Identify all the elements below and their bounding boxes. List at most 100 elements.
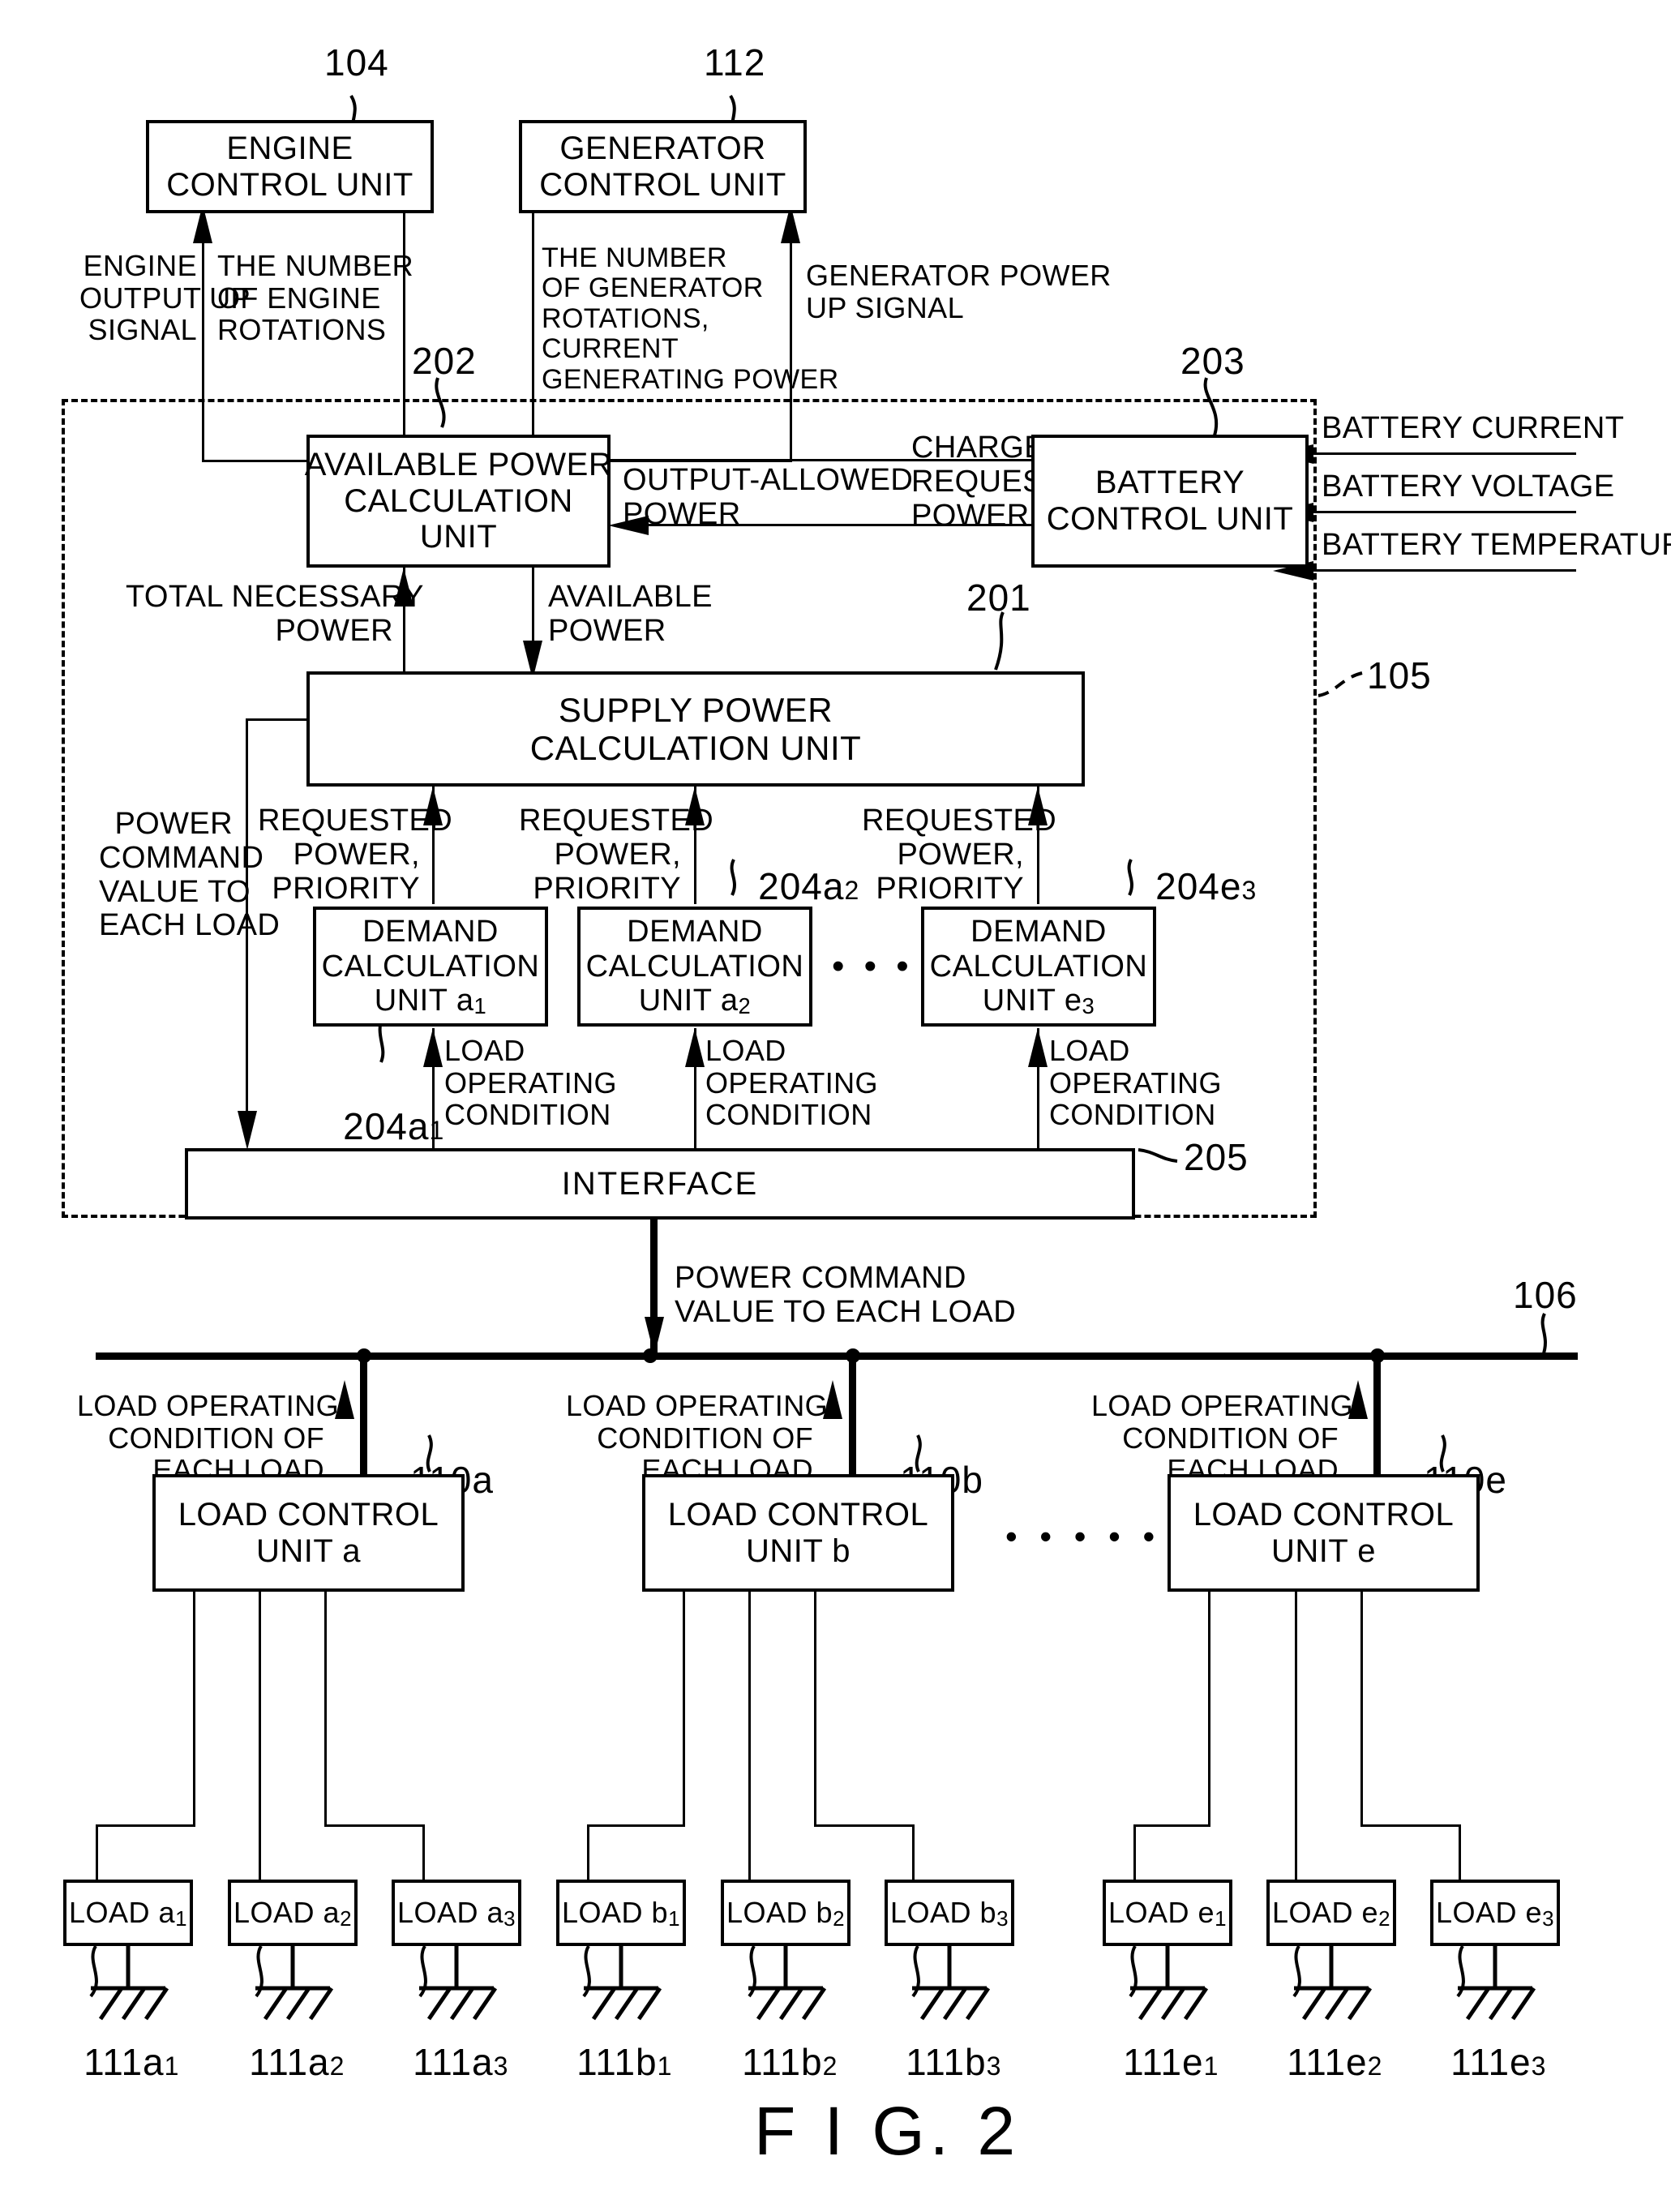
supply-power-line2: CALCULATION UNIT: [529, 729, 862, 767]
load-b1-label: LOAD b1: [562, 1895, 680, 1931]
load-e2-label: LOAD e2: [1272, 1895, 1390, 1931]
ref-111b1: 111b1: [576, 2041, 673, 2083]
generator-control-unit-line1: GENERATOR: [559, 130, 766, 166]
wire-b3-v-top: [814, 1592, 816, 1827]
generator-control-unit-box[interactable]: GENERATOR CONTROL UNIT: [519, 120, 807, 213]
ref-204a2-sub: 2: [844, 876, 860, 905]
ref-111e2: 111e2: [1287, 2041, 1383, 2083]
load-b2-label: LOAD b2: [726, 1895, 845, 1931]
bus-drop-e: [1373, 1352, 1381, 1474]
load-control-e-line2: UNIT e: [1271, 1533, 1376, 1569]
wire-a3-h: [324, 1824, 425, 1827]
wire-e1-v-top: [1208, 1592, 1210, 1827]
line-power-command-h: [246, 718, 307, 721]
interface-to-bus-line: [650, 1220, 658, 1357]
load-a3-box[interactable]: LOAD a3: [392, 1880, 521, 1946]
ref-204e3-base: 204e: [1155, 865, 1242, 907]
demand-calculation-unit-e3-box[interactable]: DEMAND CALCULATION UNIT e3: [921, 907, 1156, 1027]
load-e3-box[interactable]: LOAD e3: [1430, 1880, 1560, 1946]
line-load-cond-2: [694, 1028, 696, 1150]
load-control-b-line2: UNIT b: [746, 1533, 850, 1569]
label-battery-temperature: BATTERY TEMPERATURE: [1322, 528, 1671, 562]
line-engine-output-up-h: [202, 460, 320, 462]
label-load-operating-condition-3: LOAD OPERATING CONDITION: [1049, 1034, 1222, 1132]
wire-a1-h: [96, 1824, 195, 1827]
label-load-operating-condition-2: LOAD OPERATING CONDITION: [705, 1034, 878, 1132]
bus-drop-a: [360, 1352, 367, 1474]
interface-box[interactable]: INTERFACE: [185, 1148, 1135, 1220]
ref-106: 106: [1513, 1274, 1578, 1316]
demand-unit-e3-line1: DEMAND: [970, 915, 1107, 950]
label-power-command-value-bus: POWER COMMAND VALUE TO EACH LOAD: [675, 1261, 1017, 1329]
wire-b2-v: [748, 1592, 751, 1880]
demand-calculation-unit-a1-box[interactable]: DEMAND CALCULATION UNIT a1: [313, 907, 548, 1027]
load-a2-box[interactable]: LOAD a2: [228, 1880, 358, 1946]
available-power-calculation-unit-box[interactable]: AVAILABLE POWER CALCULATION UNIT: [304, 435, 613, 568]
wire-b1-v-bot: [587, 1824, 589, 1880]
ref-111e1: 111e1: [1123, 2041, 1219, 2083]
load-control-unit-b-box[interactable]: LOAD CONTROL UNIT b: [642, 1474, 954, 1592]
line-load-cond-3: [1037, 1028, 1039, 1150]
load-control-a-line2: UNIT a: [256, 1533, 361, 1569]
wire-e3-v-top: [1360, 1592, 1363, 1827]
load-control-units-ellipsis: • • • • •: [1005, 1517, 1162, 1555]
wire-e2-v: [1295, 1592, 1297, 1880]
ref-204a2-base: 204a: [758, 865, 845, 907]
wire-a2-v: [259, 1592, 261, 1880]
demand-unit-a2-line1: DEMAND: [627, 915, 763, 950]
load-control-unit-a-box[interactable]: LOAD CONTROL UNIT a: [152, 1474, 465, 1592]
load-e1-label: LOAD e1: [1108, 1895, 1227, 1931]
label-generator-info: THE NUMBER OF GENERATOR ROTATIONS, CURRE…: [542, 242, 839, 395]
load-e2-box[interactable]: LOAD e2: [1266, 1880, 1396, 1946]
ref-111a3: 111a3: [413, 2041, 509, 2083]
demand-unit-a1-line2: CALCULATION: [321, 949, 540, 984]
label-load-cond-each-e: LOAD OPERATING CONDITION OF EACH LOAD: [1091, 1389, 1353, 1487]
wire-a3-v-bot: [422, 1824, 425, 1880]
load-a1-box[interactable]: LOAD a1: [63, 1880, 193, 1946]
load-b2-box[interactable]: LOAD b2: [721, 1880, 850, 1946]
supply-power-calculation-unit-box[interactable]: SUPPLY POWER CALCULATION UNIT: [306, 671, 1085, 787]
engine-control-unit-box[interactable]: ENGINE CONTROL UNIT: [146, 120, 434, 213]
label-load-cond-each-a: LOAD OPERATING CONDITION OF EACH LOAD: [77, 1389, 339, 1487]
line-available-power: [532, 568, 534, 673]
available-power-line3: UNIT: [419, 519, 498, 555]
label-generator-power-up-signal: GENERATOR POWER UP SIGNAL: [806, 259, 1112, 324]
ref-105: 105: [1367, 654, 1432, 697]
wire-a3-v-top: [324, 1592, 327, 1827]
demand-calculation-unit-a2-box[interactable]: DEMAND CALCULATION UNIT a2: [577, 907, 812, 1027]
demand-units-ellipsis: • • •: [832, 946, 914, 986]
battery-control-line1: BATTERY: [1095, 465, 1245, 501]
figure-caption: F I G. 2: [754, 2093, 1021, 2169]
demand-unit-e3-line3: UNIT e3: [982, 984, 1095, 1019]
bus-drop-b: [849, 1352, 856, 1474]
wire-a1-v-bot: [96, 1824, 98, 1880]
ref-204a1-base: 204a: [343, 1105, 430, 1147]
battery-control-unit-box[interactable]: BATTERY CONTROL UNIT: [1031, 435, 1309, 568]
supply-power-line1: SUPPLY POWER: [558, 690, 833, 729]
demand-unit-a1-line3: UNIT a1: [374, 984, 487, 1019]
load-b3-box[interactable]: LOAD b3: [885, 1880, 1014, 1946]
bus-node-interface: [643, 1348, 658, 1363]
demand-unit-a2-line3: UNIT a2: [638, 984, 752, 1019]
load-b1-box[interactable]: LOAD b1: [556, 1880, 686, 1946]
label-load-cond-each-b: LOAD OPERATING CONDITION OF EACH LOAD: [566, 1389, 828, 1487]
generator-control-unit-line2: CONTROL UNIT: [539, 166, 786, 203]
wire-b3-h: [814, 1824, 915, 1827]
line-battery-current: [1309, 452, 1576, 455]
ref-111a2: 111a2: [249, 2041, 345, 2083]
label-power-command-value-side: POWER COMMAND VALUE TO EACH LOAD: [99, 807, 281, 943]
available-power-line1: AVAILABLE POWER: [304, 446, 613, 482]
line-generator-info: [532, 212, 534, 452]
load-control-unit-e-box[interactable]: LOAD CONTROL UNIT e: [1168, 1474, 1480, 1592]
engine-control-unit-line2: CONTROL UNIT: [166, 166, 413, 203]
wire-b1-h: [587, 1824, 685, 1827]
label-requested-power-priority-1: REQUESTED POWER, PRIORITY: [258, 804, 453, 906]
label-requested-power-priority-3: REQUESTED POWER, PRIORITY: [862, 804, 1057, 906]
demand-unit-a1-line1: DEMAND: [362, 915, 499, 950]
label-engine-output-up-signal: ENGINE OUTPUT UP SIGNAL: [79, 249, 251, 347]
line-load-cond-1: [432, 1028, 435, 1150]
load-e1-box[interactable]: LOAD e1: [1103, 1880, 1232, 1946]
load-control-e-line1: LOAD CONTROL: [1193, 1496, 1455, 1533]
label-output-allowed-power: OUTPUT-ALLOWED POWER: [623, 463, 914, 531]
load-control-b-line1: LOAD CONTROL: [667, 1496, 929, 1533]
